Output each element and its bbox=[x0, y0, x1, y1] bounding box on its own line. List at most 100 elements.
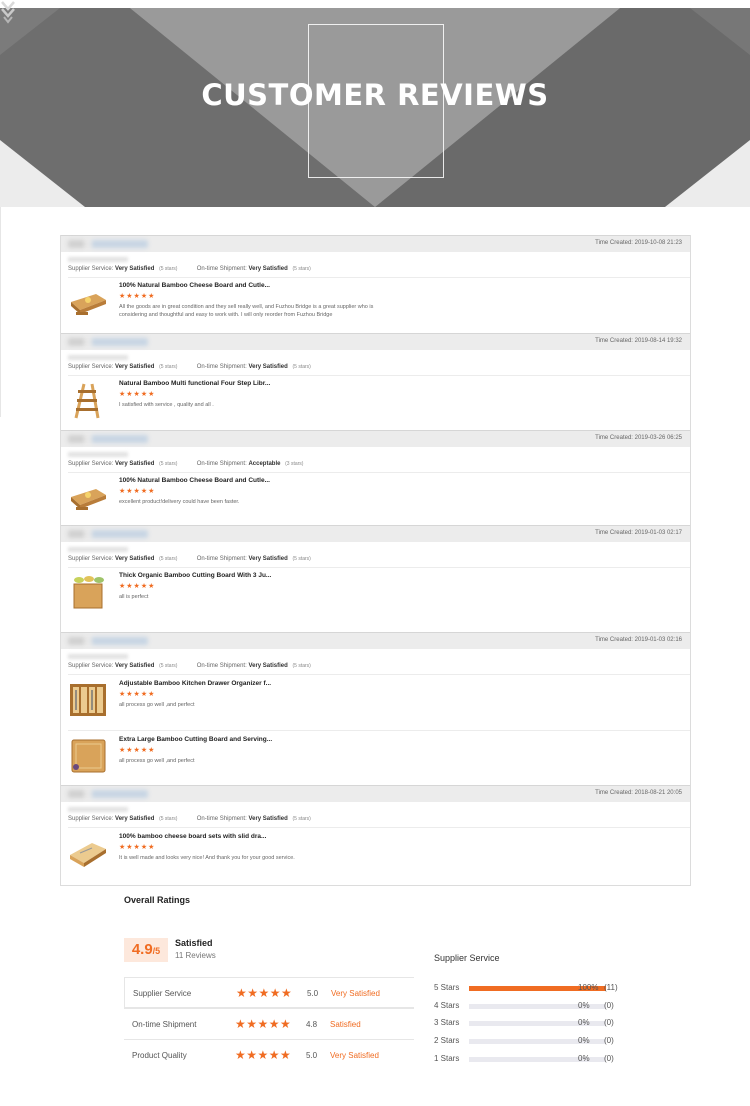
product-thumbnail[interactable] bbox=[68, 282, 108, 322]
star-level-percent: 0% bbox=[578, 1000, 590, 1010]
supplier-service-value: Very Satisfied bbox=[115, 266, 155, 272]
review-item: Thick Organic Bamboo Cutting Board With … bbox=[68, 572, 668, 614]
shipment-label: On-time Shipment: bbox=[196, 461, 247, 467]
star-rating-icon: ★★★★★ bbox=[235, 1017, 292, 1031]
product-title-link[interactable]: Natural Bamboo Multi functional Four Ste… bbox=[119, 380, 270, 387]
star-breakdown: 5 Stars 100% (11) 4 Stars 0% (0) 3 Stars… bbox=[434, 982, 634, 1070]
rating-row-supplier-service: Supplier Service ★★★★★ 5.0 Very Satisfie… bbox=[124, 977, 414, 1008]
review-card: Time Created: 2019-03-26 06:25 Supplier … bbox=[61, 430, 690, 517]
rating-name: Supplier Service bbox=[133, 989, 192, 998]
reviewer-name-blurred bbox=[68, 435, 148, 443]
review-time: Time Created: 2019-01-03 02:17 bbox=[595, 530, 682, 536]
shipment-stars: (5 stars) bbox=[292, 364, 311, 370]
supplier-service-label: Supplier Service: bbox=[68, 461, 114, 467]
review-time: Time Created: 2018-08-21 20:05 bbox=[595, 790, 682, 796]
star-level-label: 4 Stars bbox=[434, 1000, 460, 1010]
review-item: 100% Natural Bamboo Cheese Board and Cut… bbox=[68, 477, 668, 519]
star-level-label: 2 Stars bbox=[434, 1036, 460, 1046]
reviewer-country-blurred bbox=[68, 807, 128, 812]
product-title-link[interactable]: 100% Natural Bamboo Cheese Board and Cut… bbox=[119, 477, 270, 484]
shipment-value: Acceptable bbox=[248, 461, 281, 467]
reviewer-country-blurred bbox=[68, 257, 128, 262]
review-card: Time Created: 2018-08-21 20:05 Supplier … bbox=[61, 785, 690, 873]
page: CUSTOMER REVIEWS Time Created: 2019-10-0… bbox=[0, 0, 750, 1106]
review-header: Time Created: 2019-10-08 21:23 bbox=[61, 235, 690, 252]
star-breakdown-row: 2 Stars 0% (0) bbox=[434, 1035, 634, 1053]
star-level-percent: 0% bbox=[578, 1036, 590, 1046]
product-title-link[interactable]: 100% Natural Bamboo Cheese Board and Cut… bbox=[119, 282, 270, 289]
shipment-label: On-time Shipment: bbox=[196, 816, 247, 822]
product-title-link[interactable]: Extra Large Bamboo Cutting Board and Ser… bbox=[119, 736, 272, 743]
product-thumbnail[interactable] bbox=[68, 833, 108, 873]
shipment-value: Very Satisfied bbox=[248, 663, 288, 669]
review-card: Time Created: 2019-10-08 21:23 Supplier … bbox=[61, 235, 690, 322]
overall-score-value: 4.9 bbox=[131, 941, 153, 958]
supplier-service-label: Supplier Service: bbox=[68, 816, 114, 822]
reviewer-country-blurred bbox=[68, 452, 128, 457]
rating-level: Very Satisfied bbox=[331, 989, 380, 998]
review-comment: All the goods are in great condition and… bbox=[119, 304, 374, 318]
star-level-count: (0) bbox=[604, 1053, 614, 1063]
product-title-link[interactable]: Adjustable Bamboo Kitchen Drawer Organiz… bbox=[119, 680, 271, 687]
supplier-service-label: Supplier Service: bbox=[68, 266, 114, 272]
divider bbox=[68, 674, 690, 675]
review-item: Natural Bamboo Multi functional Four Ste… bbox=[68, 380, 668, 422]
chevron-down-icon bbox=[1, 1, 15, 24]
reviewer-name-blurred bbox=[68, 790, 148, 798]
review-item: 100% Natural Bamboo Cheese Board and Cut… bbox=[68, 282, 668, 324]
reviewer-name-blurred bbox=[68, 240, 148, 248]
reviewer-country-blurred bbox=[68, 355, 128, 360]
review-time: Time Created: 2019-08-14 19:32 bbox=[595, 338, 682, 344]
divider bbox=[68, 277, 690, 278]
review-service-ratings: Supplier Service: Very Satisfied (5 star… bbox=[68, 364, 311, 370]
page-title: CUSTOMER REVIEWS bbox=[201, 78, 549, 112]
rating-name: On-time Shipment bbox=[132, 1020, 197, 1029]
review-item: 100% bamboo cheese board sets with slid … bbox=[68, 833, 668, 875]
review-count: 11 Reviews bbox=[175, 951, 216, 960]
star-breakdown-row: 5 Stars 100% (11) bbox=[434, 982, 634, 1000]
product-title-link[interactable]: 100% bamboo cheese board sets with slid … bbox=[119, 833, 266, 840]
reviewer-country-blurred bbox=[68, 547, 128, 552]
review-item: Adjustable Bamboo Kitchen Drawer Organiz… bbox=[68, 680, 668, 722]
review-header: Time Created: 2019-01-03 02:16 bbox=[61, 632, 690, 649]
star-rating-icon: ★★★★★ bbox=[119, 583, 156, 590]
rating-table: Supplier Service ★★★★★ 5.0 Very Satisfie… bbox=[124, 977, 414, 1070]
product-thumbnail[interactable] bbox=[68, 380, 108, 420]
star-breakdown-row: 4 Stars 0% (0) bbox=[434, 1000, 634, 1018]
shipment-stars: (3 stars) bbox=[285, 461, 304, 467]
product-thumbnail[interactable] bbox=[68, 477, 108, 517]
review-service-ratings: Supplier Service: Very Satisfied (5 star… bbox=[68, 266, 311, 272]
star-rating-icon: ★★★★★ bbox=[236, 986, 293, 1000]
star-level-count: (11) bbox=[604, 983, 618, 992]
rating-level: Satisfied bbox=[330, 1020, 361, 1029]
product-thumbnail[interactable] bbox=[68, 736, 108, 776]
rating-row-product-quality: Product Quality ★★★★★ 5.0 Very Satisfied bbox=[124, 1039, 414, 1070]
star-level-count: (0) bbox=[604, 1018, 614, 1028]
rating-value: 5.0 bbox=[307, 989, 319, 998]
shipment-stars: (5 stars) bbox=[292, 663, 311, 669]
supplier-service-value: Very Satisfied bbox=[115, 556, 155, 562]
product-title-link[interactable]: Thick Organic Bamboo Cutting Board With … bbox=[119, 572, 271, 579]
review-comment: excellent product!delivery could have be… bbox=[119, 499, 240, 505]
supplier-service-stars: (5 stars) bbox=[159, 266, 178, 272]
product-thumbnail[interactable] bbox=[68, 572, 108, 612]
shipment-label: On-time Shipment: bbox=[196, 364, 247, 370]
rating-value: 4.8 bbox=[306, 1020, 318, 1029]
reviewer-name-blurred bbox=[68, 338, 148, 346]
rating-name: Product Quality bbox=[132, 1051, 187, 1060]
product-thumbnail[interactable] bbox=[68, 680, 108, 720]
star-level-percent: 0% bbox=[578, 1018, 590, 1028]
reviewer-name-blurred bbox=[68, 637, 148, 645]
star-breakdown-row: 1 Stars 0% (0) bbox=[434, 1053, 634, 1071]
divider bbox=[0, 207, 1, 417]
star-level-label: 3 Stars bbox=[434, 1018, 460, 1028]
review-time: Time Created: 2019-01-03 02:16 bbox=[595, 637, 682, 643]
review-header: Time Created: 2019-01-03 02:17 bbox=[61, 525, 690, 542]
shipment-stars: (5 stars) bbox=[292, 266, 311, 272]
review-header: Time Created: 2019-03-26 06:25 bbox=[61, 430, 690, 447]
supplier-service-stars: (5 stars) bbox=[159, 556, 178, 562]
review-time: Time Created: 2019-03-26 06:25 bbox=[595, 435, 682, 441]
shipment-value: Very Satisfied bbox=[248, 816, 288, 822]
supplier-service-stars: (5 stars) bbox=[159, 816, 178, 822]
star-rating-icon: ★★★★★ bbox=[119, 391, 156, 398]
